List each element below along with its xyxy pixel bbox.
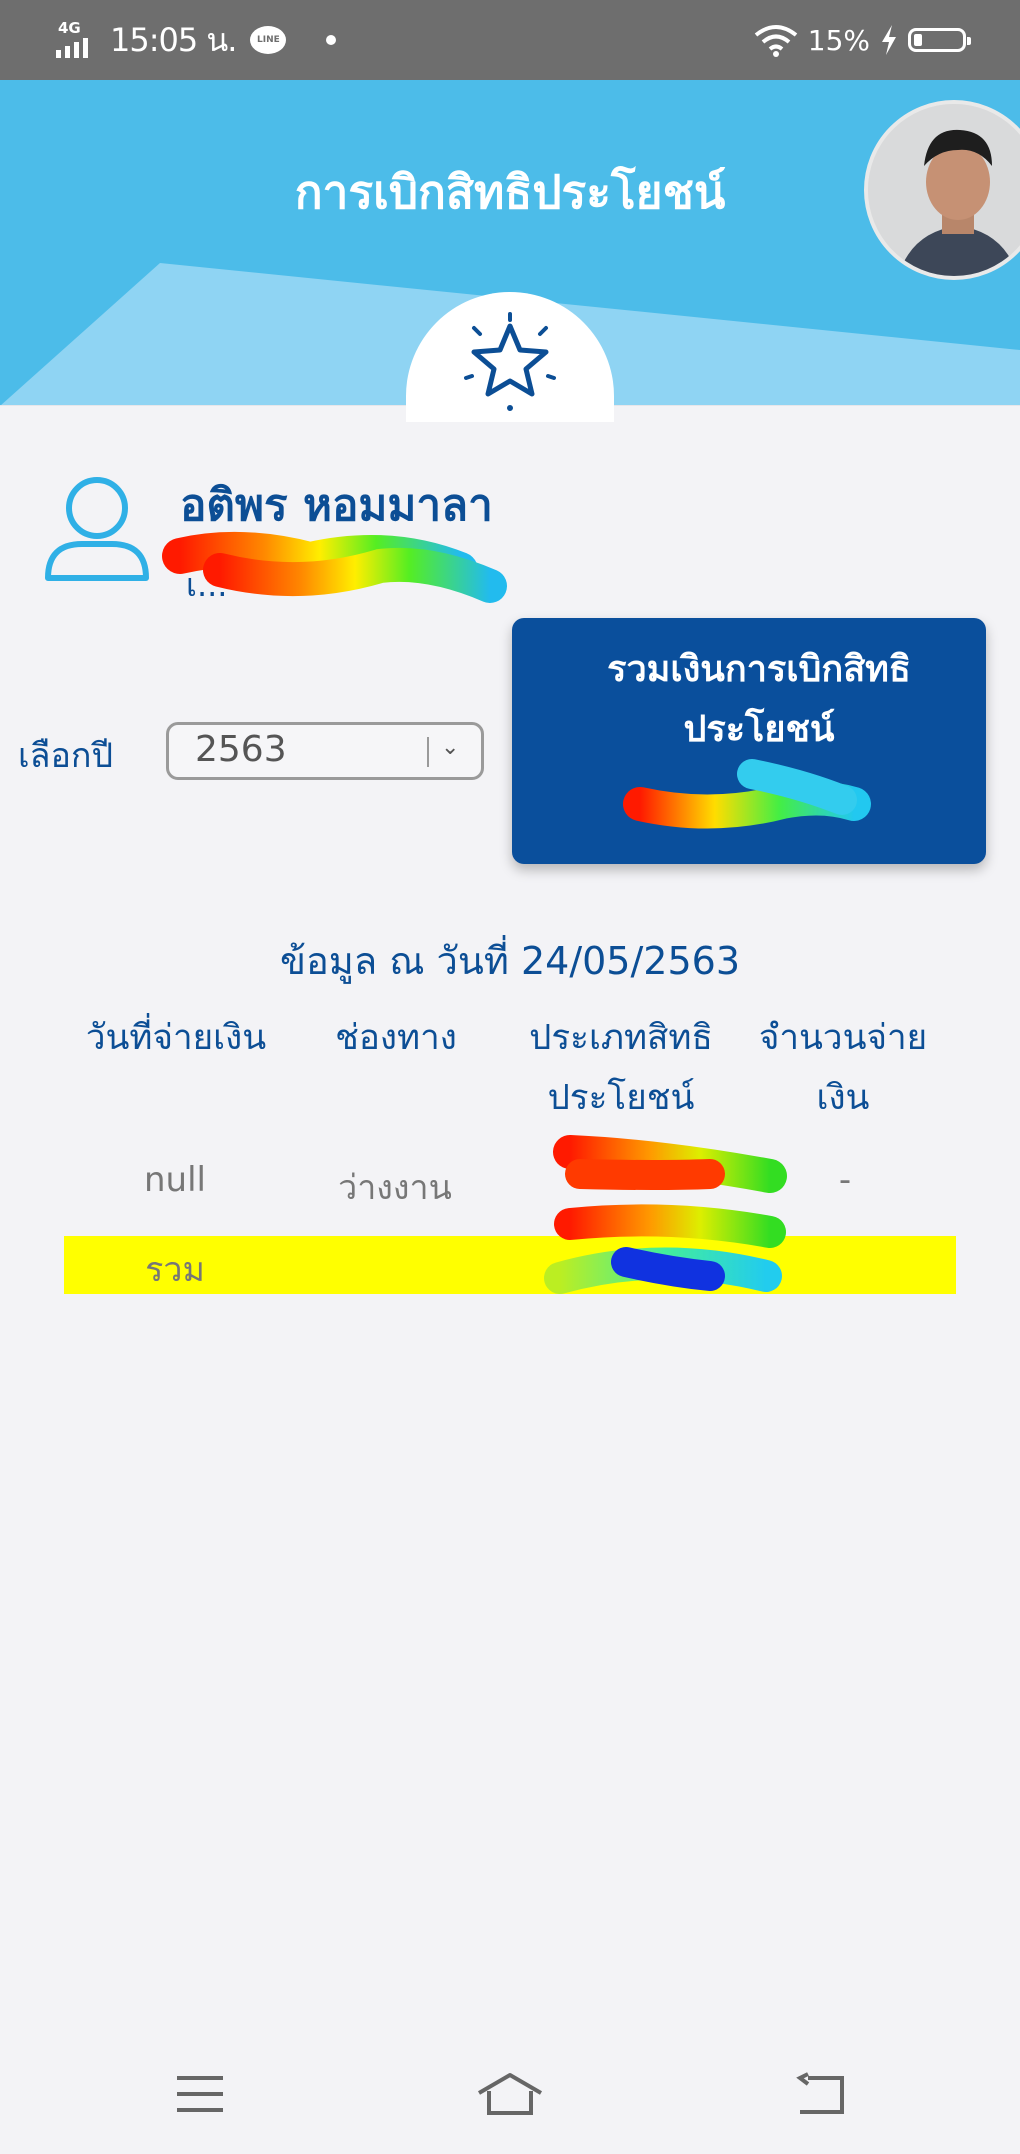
menu-icon	[177, 2076, 223, 2112]
total-card-title: รวมเงินการเบิกสิทธิประโยชน์	[607, 649, 911, 750]
summary-label: รวม	[145, 1250, 205, 1290]
year-value: 2563	[195, 729, 287, 770]
back-button[interactable]	[780, 2064, 860, 2124]
home-icon	[477, 2073, 543, 2115]
user-id: เ...	[186, 566, 228, 604]
data-as-of-date: ข้อมูล ณ วันที่ 24/05/2563	[279, 939, 740, 983]
charging-icon	[882, 25, 896, 55]
notification-dot-icon	[326, 35, 337, 45]
chevron-down-icon: ⌄	[441, 735, 460, 760]
network-4g-icon: 4G	[56, 20, 100, 60]
user-icon	[45, 477, 149, 581]
user-name: อติพร หอมมาลา	[180, 480, 493, 531]
year-select[interactable]: 2563 ⌄	[166, 722, 484, 780]
battery-percent: 15%	[807, 23, 870, 57]
home-button[interactable]	[470, 2064, 550, 2124]
status-time: 15:05 น.	[110, 20, 237, 59]
line-icon: LINE	[250, 26, 287, 54]
menu-button[interactable]	[160, 2064, 240, 2124]
status-bar: 4G 15:05 น. LINE 15%	[0, 0, 1020, 80]
row-channel: ว่างงาน	[338, 1168, 452, 1208]
total-benefit-card: รวมเงินการเบิกสิทธิประโยชน์ -	[512, 618, 986, 864]
network-type: 4G	[58, 19, 81, 37]
row-amount: -	[838, 1160, 852, 1200]
back-icon	[796, 2072, 844, 2114]
battery-icon	[908, 28, 971, 52]
row-date: null	[144, 1160, 206, 1200]
system-nav-bar	[0, 2060, 1020, 2154]
year-label: เลือกปี	[18, 736, 114, 776]
star-icon	[464, 312, 556, 411]
column-header-channel: ช่องทาง	[335, 1018, 457, 1058]
wifi-icon	[754, 25, 798, 57]
column-header-benefit-type: ประเภทสิทธิประโยชน์	[529, 1018, 713, 1118]
column-header-amount: จำนวนจ่ายเงิน	[758, 1018, 928, 1118]
column-header-date: วันที่จ่ายเงิน	[85, 1018, 267, 1058]
total-card-value: -	[742, 778, 756, 813]
